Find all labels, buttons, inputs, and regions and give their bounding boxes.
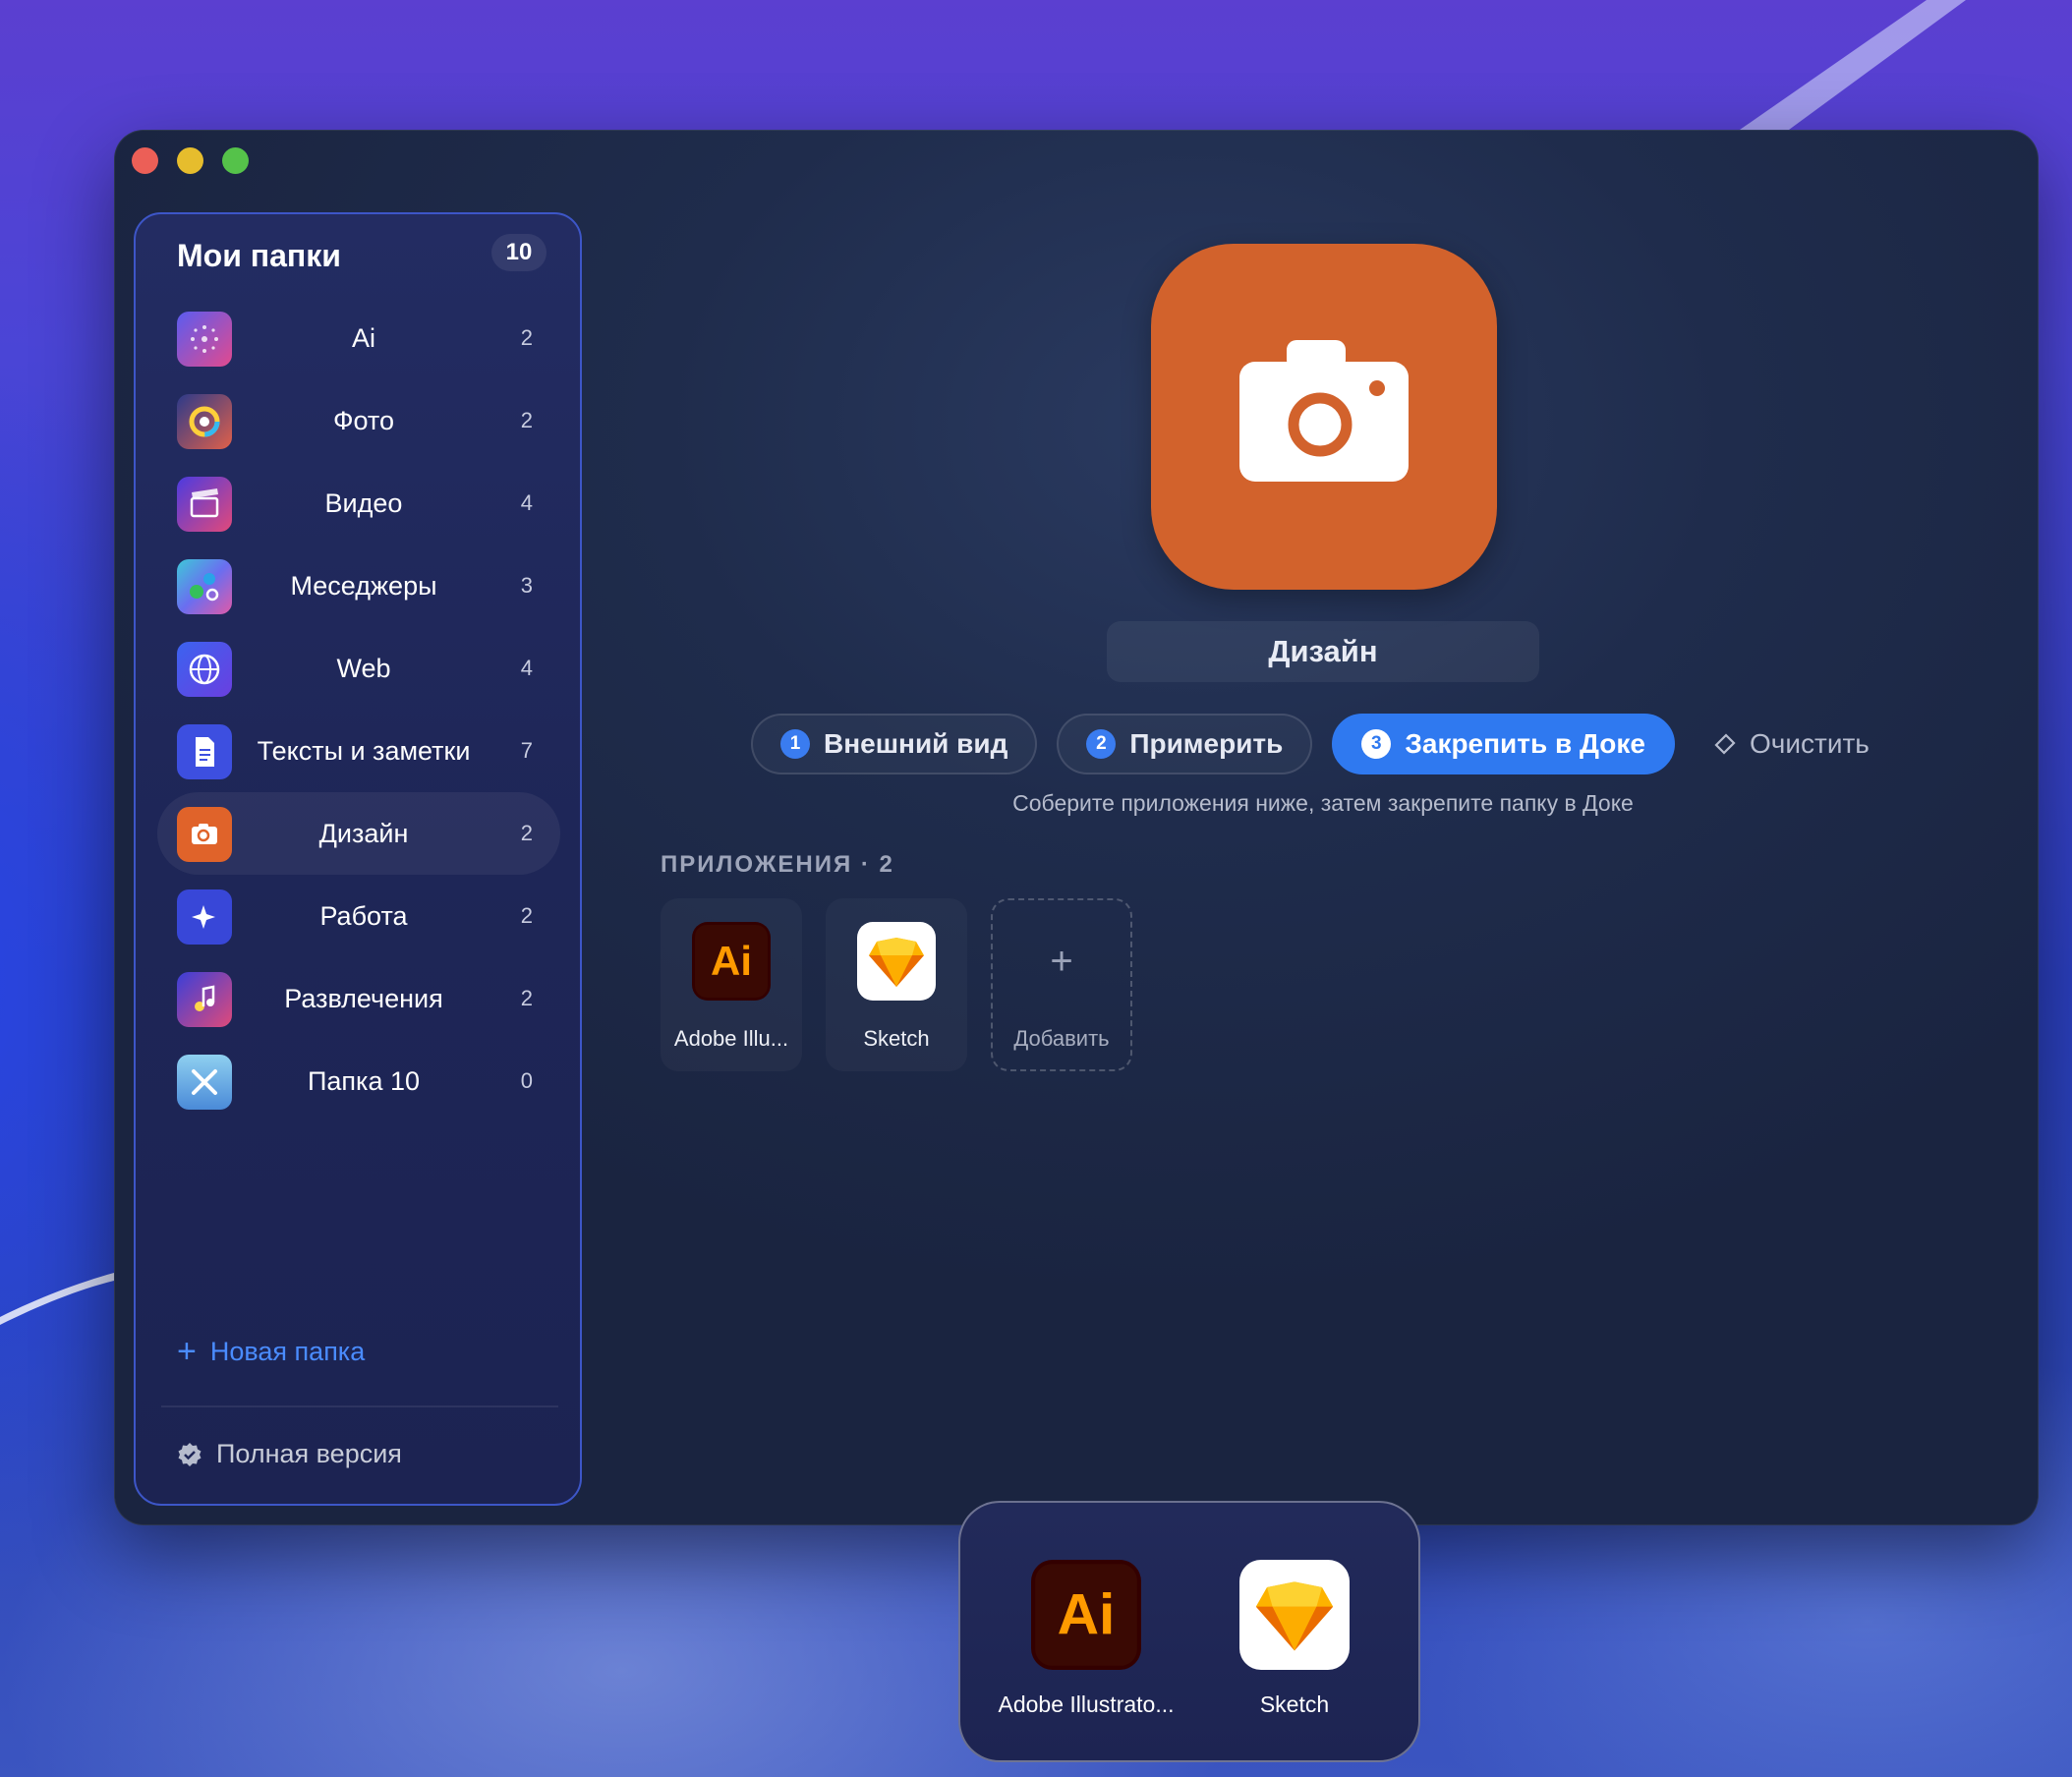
sparkle-icon — [177, 889, 232, 945]
divider — [161, 1405, 558, 1407]
sidebar-item-count: 2 — [520, 986, 533, 1010]
sidebar-item-label: Меседжеры — [290, 571, 437, 601]
camera-icon — [177, 807, 232, 862]
sidebar-item-label: Дизайн — [318, 819, 409, 848]
sidebar-item-count: 3 — [520, 573, 533, 598]
sidebar-item-count: 7 — [520, 738, 533, 763]
sketch-icon — [857, 922, 936, 1001]
sidebar-item-count: 0 — [520, 1068, 533, 1093]
step-number: 2 — [1086, 729, 1117, 759]
eraser-icon — [1714, 733, 1736, 755]
sidebar-item-count: 2 — [520, 821, 533, 845]
sidebar-item-label: Web — [336, 654, 391, 683]
step-try-on-button[interactable]: 2 Примерить — [1057, 714, 1313, 774]
sidebar-item-count: 2 — [520, 325, 533, 350]
sidebar-item-label: Развлечения — [284, 984, 443, 1013]
sidebar-item-entertainment[interactable]: Развлечения 2 — [157, 957, 560, 1040]
sidebar-item-count: 4 — [520, 656, 533, 680]
video-clapper-icon — [177, 477, 232, 532]
dock-folder-preview: Ai Adobe Illustrato... Sketch — [958, 1501, 1420, 1762]
clear-button[interactable]: Очистить — [1712, 714, 1870, 774]
step-number: 1 — [780, 729, 810, 759]
close-button[interactable] — [132, 147, 158, 174]
folder-count-badge: 10 — [491, 234, 547, 271]
step-buttons: 1 Внешний вид 2 Примерить 3 Закрепить в … — [751, 714, 1675, 774]
hint-text: Соберите приложения ниже, затем закрепит… — [1012, 790, 1634, 816]
step-number: 3 — [1361, 729, 1392, 759]
zoom-button[interactable] — [222, 147, 249, 174]
sidebar-item-design[interactable]: Дизайн 2 — [157, 792, 560, 875]
folder-preview-icon[interactable] — [1151, 244, 1497, 590]
sidebar: Мои папки 10 Ai 2 Фото 2 Видео 4 Меседже… — [134, 212, 582, 1506]
sidebar-item-messengers[interactable]: Меседжеры 3 — [157, 545, 560, 627]
music-icon — [177, 972, 232, 1027]
sidebar-item-label: Тексты и заметки — [257, 736, 471, 766]
photos-icon — [177, 394, 232, 449]
globe-icon — [177, 642, 232, 697]
sidebar-item-count: 4 — [520, 490, 533, 515]
app-tile-illustrator[interactable]: Ai Adobe Illu... — [661, 898, 802, 1071]
sidebar-item-photo[interactable]: Фото 2 — [157, 379, 560, 462]
folder-name-field[interactable]: Дизайн — [1107, 621, 1539, 682]
sidebar-title: Мои папки — [177, 238, 341, 273]
adobe-illustrator-icon: Ai — [692, 922, 771, 1001]
step-label: Внешний вид — [824, 728, 1008, 759]
app-label: Adobe Illu... — [673, 1026, 789, 1051]
dock-app-label: Sketch — [1259, 1691, 1330, 1717]
app-tile-sketch[interactable]: Sketch — [826, 898, 967, 1071]
step-appearance-button[interactable]: 1 Внешний вид — [751, 714, 1038, 774]
add-app-button[interactable]: + Добавить — [991, 898, 1132, 1071]
new-folder-label: Новая папка — [209, 1336, 366, 1366]
step-pin-to-dock-button[interactable]: 3 Закрепить в Доке — [1332, 714, 1675, 774]
sidebar-item-texts[interactable]: Тексты и заметки 7 — [157, 710, 560, 792]
app-window: Мои папки 10 Ai 2 Фото 2 Видео 4 Меседже… — [114, 130, 2039, 1525]
sidebar-item-label: Видео — [324, 488, 403, 518]
app-label: Sketch — [863, 1026, 930, 1051]
sidebar-item-ai[interactable]: Ai 2 — [157, 297, 560, 379]
apps-section-header: ПРИЛОЖЕНИЯ · 2 — [661, 851, 894, 878]
sidebar-item-web[interactable]: Web 4 — [157, 627, 560, 710]
messengers-icon — [177, 559, 232, 614]
tools-icon — [177, 1055, 232, 1110]
svg-text:Ai: Ai — [711, 938, 752, 984]
sidebar-item-label: Фото — [332, 406, 395, 435]
dock-app-label: Adobe Illustrato... — [998, 1691, 1175, 1717]
adobe-illustrator-icon[interactable]: Ai — [1031, 1560, 1141, 1670]
sidebar-item-count: 2 — [520, 408, 533, 432]
add-label: Добавить — [1013, 1026, 1110, 1051]
sparkle-dots-icon — [177, 312, 232, 367]
clear-label: Очистить — [1750, 728, 1870, 759]
sidebar-item-video[interactable]: Видео 4 — [157, 462, 560, 545]
folder-list: Ai 2 Фото 2 Видео 4 Меседжеры 3 Web 4 Те… — [157, 297, 560, 1122]
step-label: Примерить — [1129, 728, 1284, 759]
svg-text:Ai: Ai — [1058, 1583, 1116, 1647]
full-version-button[interactable]: Полная версия — [177, 1439, 402, 1469]
sketch-icon[interactable] — [1239, 1560, 1350, 1670]
sidebar-item-work[interactable]: Работа 2 — [157, 875, 560, 957]
verified-badge-icon — [178, 1442, 201, 1466]
plus-icon: + — [1050, 940, 1073, 983]
sidebar-item-label: Ai — [351, 323, 375, 353]
sidebar-item-count: 2 — [520, 903, 533, 928]
camera-icon — [1239, 340, 1409, 482]
new-folder-button[interactable]: + Новая папка — [177, 1335, 365, 1368]
sidebar-item-folder-10[interactable]: Папка 10 0 — [157, 1040, 560, 1122]
full-version-label: Полная версия — [216, 1439, 402, 1468]
plus-icon: + — [177, 1333, 197, 1370]
step-label: Закрепить в Доке — [1405, 728, 1645, 759]
document-icon — [177, 724, 232, 779]
sidebar-item-label: Папка 10 — [308, 1066, 420, 1096]
sidebar-item-label: Работа — [319, 901, 408, 931]
minimize-button[interactable] — [177, 147, 203, 174]
